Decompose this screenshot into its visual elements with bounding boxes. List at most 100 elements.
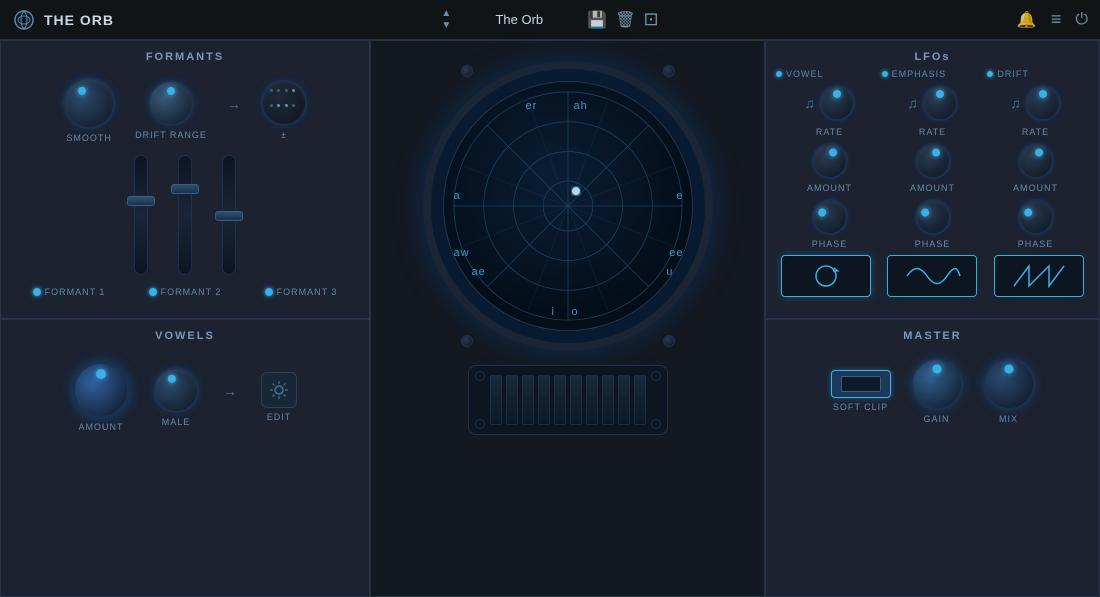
power-icon[interactable]: ⏻	[1075, 11, 1088, 29]
vowel-phase-knob[interactable]	[812, 199, 848, 235]
vowel-rate-knob[interactable]	[819, 85, 855, 121]
vowel-male-knob[interactable]	[153, 367, 199, 413]
drift-phase-knob[interactable]	[1018, 199, 1054, 235]
formant1-slider-thumb[interactable]	[127, 196, 155, 206]
drift-amount-indicator	[1033, 147, 1043, 157]
formant2-toggle[interactable]: FORMANT 2	[149, 287, 222, 297]
formant1-toggle[interactable]: FORMANT 1	[33, 287, 106, 297]
soft-clip-inner	[841, 376, 881, 392]
smooth-knob-indicator	[77, 85, 88, 96]
emphasis-rate-label: RATE	[919, 127, 946, 137]
emphasis-phase-knob[interactable]	[915, 199, 951, 235]
formant2-slider-thumb[interactable]	[171, 184, 199, 194]
emphasis-rate-knob[interactable]	[922, 85, 958, 121]
vowel-ae: ae	[472, 266, 486, 278]
formant1-slider-container	[134, 155, 148, 275]
keyboard-screw-tl	[475, 371, 485, 381]
vowel-rate-indicator	[833, 90, 841, 98]
orb-keyboard[interactable]	[468, 365, 668, 435]
drift-range-label: DRIFT RANGE	[135, 130, 207, 140]
lfo-waveforms-row	[766, 251, 1099, 301]
formant2-slider-track[interactable]	[178, 155, 192, 275]
lfo-waveform-circle[interactable]	[781, 255, 871, 297]
vowel-arrow: →	[223, 383, 237, 399]
drift-rate-knob[interactable]	[1025, 85, 1061, 121]
gain-knob[interactable]	[911, 358, 963, 410]
vowel-edit-label: EDIT	[267, 412, 292, 422]
mix-label: MIX	[999, 414, 1018, 424]
vowel-edit-container: EDIT	[261, 372, 297, 422]
drift-lfo-label: DRIFT	[997, 69, 1029, 79]
vowel-ah: ah	[574, 100, 588, 112]
smooth-knob[interactable]	[63, 77, 115, 129]
pm-knob[interactable]	[261, 80, 307, 126]
vowel-amount-indicator	[827, 147, 837, 157]
soft-clip-button[interactable]	[831, 370, 891, 398]
key-1	[490, 375, 502, 425]
vowel-aw: aw	[454, 247, 470, 259]
formant2-slider-container	[178, 155, 192, 275]
drift-amount-knob[interactable]	[1018, 143, 1054, 179]
emphasis-amount-knob[interactable]	[915, 143, 951, 179]
menu-icon[interactable]: ≡	[1051, 9, 1062, 30]
lfo-emphasis-header: EMPHASIS	[882, 69, 984, 79]
vowel-phase-label: PHASE	[812, 239, 848, 249]
formants-panel: FORMANTS SMOOTH DRIFT RANGE →	[0, 40, 370, 319]
pm-knob-container: ±	[261, 80, 307, 140]
drift-range-knob[interactable]	[148, 80, 194, 126]
preset-name: The Orb	[459, 12, 579, 27]
drift-power-dot	[987, 71, 993, 77]
vowel-amount-label: AMOUNT	[807, 183, 852, 193]
pm-label: ±	[281, 130, 287, 140]
vowel-amount-main-indicator	[96, 369, 106, 379]
formant3-toggle[interactable]: FORMANT 3	[265, 287, 338, 297]
delete-button[interactable]: 🗑	[615, 10, 635, 30]
preset-nav[interactable]: ▲ ▼	[441, 8, 451, 31]
lfos-panel: LFOs VOWEL EMPHASIS DRIFT ♫	[765, 40, 1100, 319]
formant3-power-dot	[265, 288, 273, 296]
formant-sliders	[1, 147, 369, 283]
master-title: MASTER	[766, 320, 1099, 348]
smooth-label: SMOOTH	[66, 133, 112, 143]
formant1-slider-track[interactable]	[134, 155, 148, 275]
lfo-vowel-header: VOWEL	[776, 69, 878, 79]
formant3-slider-thumb[interactable]	[215, 211, 243, 221]
vowel-i: i	[552, 306, 555, 318]
soft-clip-container: SOFT CLIP	[831, 370, 891, 412]
drift-amount-label: AMOUNT	[1013, 183, 1058, 193]
emphasis-phase-indicator	[919, 207, 930, 218]
vowel-amount-main-container: AMOUNT	[73, 362, 129, 432]
drift-rate-container: ♫ RATE	[986, 85, 1085, 137]
vowel-amount-main-label: AMOUNT	[79, 422, 124, 432]
key-10	[634, 375, 646, 425]
vowel-amount-main-knob[interactable]	[73, 362, 129, 418]
vowel-phase-indicator	[816, 207, 827, 218]
arrow-connector: →	[227, 96, 241, 112]
drift-rate-label: RATE	[1022, 127, 1049, 137]
top-bar-icons: 🔔 ≡ ⏻	[1017, 9, 1088, 30]
save-button[interactable]: 💾	[587, 10, 607, 30]
lfo-waveform-sawtooth[interactable]	[994, 255, 1084, 297]
drift-amount-container: AMOUNT	[986, 143, 1085, 193]
grid-button[interactable]: ⊡	[644, 9, 659, 30]
vowel-male-label: MALE	[162, 417, 191, 427]
bell-icon[interactable]: 🔔	[1017, 10, 1037, 30]
drift-phase-indicator	[1022, 207, 1033, 218]
formant2-power-dot	[149, 288, 157, 296]
master-controls: SOFT CLIP GAIN MIX	[766, 348, 1099, 434]
vowels-title: VOWELS	[1, 320, 369, 348]
lfos-title: LFOs	[766, 41, 1099, 69]
orb-circle[interactable]: er ah a e aw ee ae u i o	[423, 61, 713, 351]
mix-knob[interactable]	[983, 358, 1035, 410]
app-logo: THE ORB	[12, 8, 114, 32]
screw-bl	[461, 335, 473, 347]
app-title: THE ORB	[44, 12, 114, 28]
orb-inner[interactable]: er ah a e aw ee ae u i o	[443, 81, 693, 331]
vowel-e: e	[676, 190, 683, 202]
emphasis-rate-container: ♫ RATE	[883, 85, 982, 137]
key-2	[506, 375, 518, 425]
lfo-waveform-sine[interactable]	[887, 255, 977, 297]
vowel-amount-knob[interactable]	[812, 143, 848, 179]
formant3-slider-track[interactable]	[222, 155, 236, 275]
vowel-edit-button[interactable]	[261, 372, 297, 408]
